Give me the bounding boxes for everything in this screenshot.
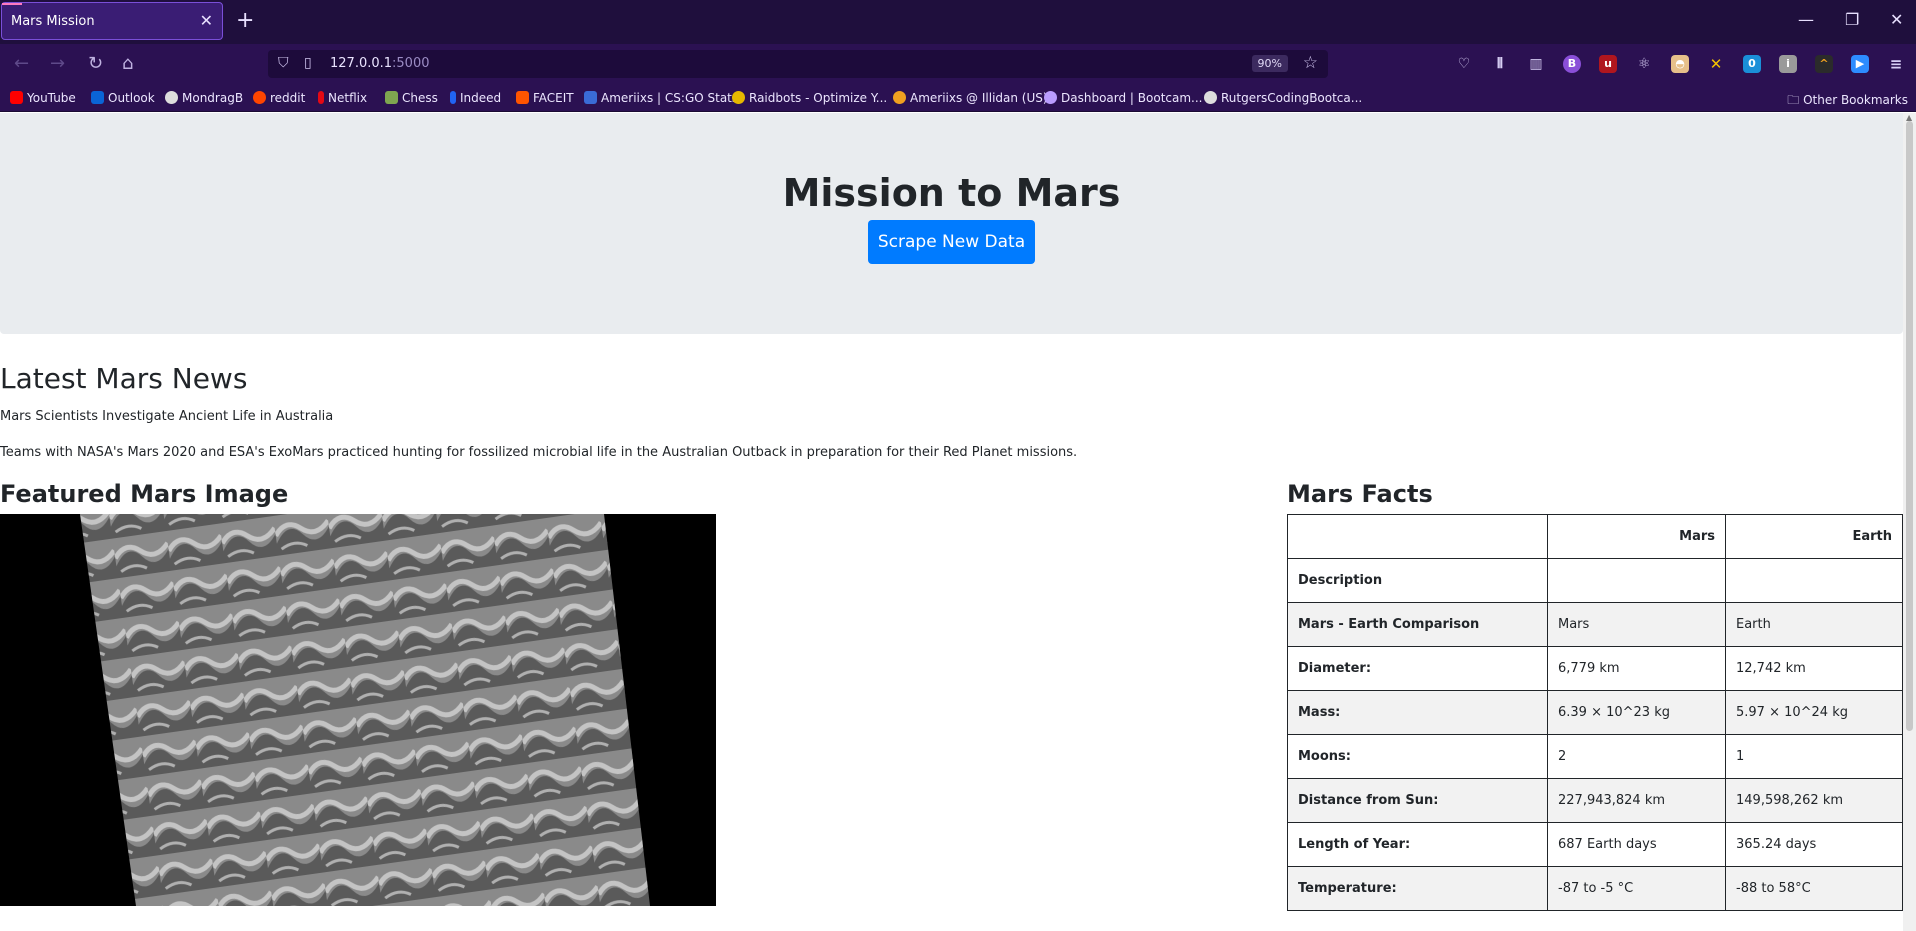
bookmark-indeed[interactable]: Indeed [450,91,501,105]
table-row: Moons: 2 1 [1287,734,1903,779]
page-viewport: Mission to Mars Scrape New Data Latest M… [0,113,1916,931]
bookmarks-bar: YouTube Outlook MondragB reddit Netflix … [0,84,1916,112]
mars-value: 6.39 × 10^23 kg [1547,690,1726,735]
bookmark-raidbots[interactable]: Raidbots - Optimize Y... [732,91,887,105]
row-label: Length of Year: [1287,822,1548,867]
row-label: Diameter: [1287,646,1548,691]
table-header-row: Mars Earth [1287,514,1903,559]
mars-value: 687 Earth days [1547,822,1726,867]
table-row: Length of Year: 687 Earth days 365.24 da… [1287,822,1903,867]
table-row: Description [1287,558,1903,603]
url-bar[interactable]: ⛉ ▯ 127.0.0.1:5000 90% ☆ [268,50,1328,78]
news-title: Mars Scientists Investigate Ancient Life… [0,409,334,424]
nav-toolbar: ← → ↻ ⌂ ⛉ ▯ 127.0.0.1:5000 90% ☆ ♡ ⫴ ▥ B… [0,44,1916,84]
mars-facts-heading: Mars Facts [1287,480,1433,508]
mars-value: 227,943,824 km [1547,778,1726,823]
close-tab-icon[interactable]: ✕ [200,11,213,30]
bookmark-faceit[interactable]: FACEIT [516,91,574,105]
page-info-icon[interactable]: ▯ [304,55,312,71]
row-label: Moons: [1287,734,1548,779]
mars-dunes-image [80,514,650,906]
earth-value [1725,558,1903,603]
column-header-mars: Mars [1547,514,1726,559]
home-icon[interactable]: ⌂ [122,53,133,74]
column-header [1287,514,1548,559]
folder-icon: 🗀 [1787,93,1804,107]
bookmark-csgo-stats[interactable]: Ameriixs | CS:GO Stats [584,91,738,105]
earth-value: 5.97 × 10^24 kg [1725,690,1903,735]
bookmark-dashboard[interactable]: Dashboard | Bootcam... [1044,91,1202,105]
extension-icon[interactable]: ◓ [1671,55,1689,73]
url-text[interactable]: 127.0.0.1:5000 [330,56,430,71]
row-label: Description [1287,558,1548,603]
bookmark-mondragb[interactable]: MondragB [165,91,243,105]
vertical-scrollbar[interactable]: ▲ [1903,113,1916,931]
bookmark-youtube[interactable]: YouTube [10,91,76,105]
page-title: Mission to Mars [782,171,1121,215]
bookmark-reddit[interactable]: reddit [253,91,305,105]
table-row: Mass: 6.39 × 10^23 kg 5.97 × 10^24 kg [1287,690,1903,735]
table-row: Distance from Sun: 227,943,824 km 149,59… [1287,778,1903,823]
tab-title: Mars Mission [11,14,95,29]
bookmark-chess[interactable]: Chess [385,91,438,105]
window-close-icon[interactable]: ✕ [1890,10,1903,29]
mars-value: 2 [1547,734,1726,779]
earth-value: 12,742 km [1725,646,1903,691]
minimize-icon[interactable]: — [1798,10,1814,29]
extension-b-icon[interactable]: B [1563,55,1581,73]
header-jumbotron: Mission to Mars Scrape New Data [0,113,1903,334]
scrape-button[interactable]: Scrape New Data [868,220,1035,264]
restore-icon[interactable]: ❐ [1845,10,1859,29]
sidebar-icon[interactable]: ▥ [1527,55,1545,73]
zoom-app-icon[interactable]: ▶ [1851,55,1869,73]
shield-icon[interactable]: ⛉ [278,55,289,71]
tab-accent [2,3,22,5]
other-bookmarks[interactable]: 🗀 Other Bookmarks [1787,91,1908,112]
library-icon[interactable]: ⫴ [1491,55,1509,73]
earth-value: 1 [1725,734,1903,779]
back-icon[interactable]: ← [14,53,29,74]
pocket-icon[interactable]: ♡ [1455,55,1473,73]
earth-value: Earth [1725,602,1903,647]
ublock-icon[interactable]: u [1599,55,1617,73]
news-heading: Latest Mars News [0,362,248,395]
bookmark-netflix[interactable]: Netflix [318,91,367,105]
tab-bar: Mars Mission ✕ + — ❐ ✕ [0,0,1916,44]
mars-value [1547,558,1726,603]
row-label: Distance from Sun: [1287,778,1548,823]
bookmark-star-icon[interactable]: ☆ [1303,53,1318,73]
react-devtools-icon[interactable]: ⚛ [1635,55,1653,73]
bookmark-outlook[interactable]: Outlook [91,91,155,105]
column-header-earth: Earth [1725,514,1903,559]
bookmark-rutgers[interactable]: RutgersCodingBootca... [1204,91,1362,105]
extension-badge-icon[interactable]: 0 [1743,55,1761,73]
menu-icon[interactable]: ≡ [1887,55,1905,73]
featured-mars-image [0,514,716,906]
forward-icon[interactable]: → [50,53,65,74]
zoom-level[interactable]: 90% [1251,55,1288,72]
table-row: Temperature: -87 to -5 °C -88 to 58°C [1287,866,1903,911]
bookmark-illidan[interactable]: Ameriixs @ Illidan (US) [893,91,1048,105]
featured-image-heading: Featured Mars Image [0,480,289,508]
extension-i-icon[interactable]: i [1779,55,1797,73]
mars-value: -87 to -5 °C [1547,866,1726,911]
table-row: Mars - Earth Comparison Mars Earth [1287,602,1903,647]
extension-up-icon[interactable]: ^ [1815,55,1833,73]
active-tab[interactable]: Mars Mission ✕ [1,2,223,40]
earth-value: 365.24 days [1725,822,1903,867]
row-label: Mars - Earth Comparison [1287,602,1548,647]
scrollbar-thumb[interactable] [1906,121,1913,731]
row-label: Temperature: [1287,866,1548,911]
earth-value: 149,598,262 km [1725,778,1903,823]
table-row: Diameter: 6,779 km 12,742 km [1287,646,1903,691]
reload-icon[interactable]: ↻ [88,53,103,74]
earth-value: -88 to 58°C [1725,866,1903,911]
new-tab-icon[interactable]: + [236,8,254,33]
extension-x-icon[interactable]: ✕ [1707,55,1725,73]
mars-value: Mars [1547,602,1726,647]
mars-value: 6,779 km [1547,646,1726,691]
mars-facts-table: Mars Earth Description Mars - Earth Comp… [1287,514,1903,911]
news-paragraph: Teams with NASA's Mars 2020 and ESA's Ex… [0,445,1078,460]
row-label: Mass: [1287,690,1548,735]
